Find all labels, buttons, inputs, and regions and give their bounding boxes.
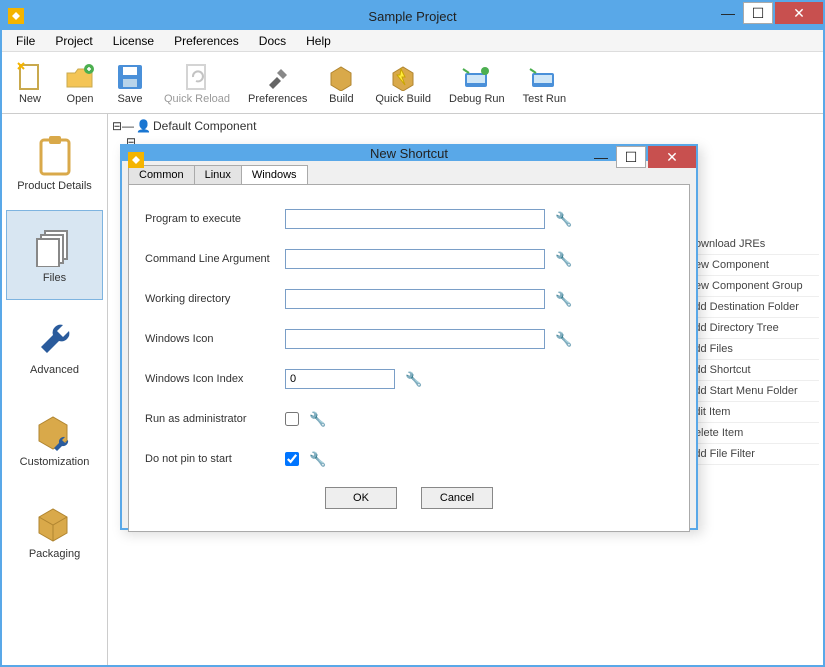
menu-project[interactable]: Project bbox=[47, 32, 100, 50]
maximize-button[interactable]: ☐ bbox=[743, 2, 773, 24]
files-icon bbox=[34, 226, 76, 268]
dialog-close-button[interactable]: ✕ bbox=[648, 146, 696, 168]
quick-build-icon bbox=[387, 61, 419, 93]
action-edit-item[interactable]: Edit Item bbox=[687, 402, 819, 423]
label-program: Program to execute bbox=[145, 213, 285, 225]
menu-docs[interactable]: Docs bbox=[251, 32, 294, 50]
action-add-destination-folder[interactable]: Add Destination Folder bbox=[687, 297, 819, 318]
customization-icon bbox=[34, 410, 76, 452]
label-cmdline: Command Line Argument bbox=[145, 253, 285, 265]
packaging-icon bbox=[34, 502, 76, 544]
menu-preferences[interactable]: Preferences bbox=[166, 32, 247, 50]
test-run-icon bbox=[528, 61, 560, 93]
tab-windows[interactable]: Windows bbox=[241, 165, 308, 184]
dialog-app-icon bbox=[128, 152, 144, 168]
tab-linux[interactable]: Linux bbox=[194, 165, 242, 184]
input-winicon[interactable] bbox=[285, 329, 545, 349]
window-title: Sample Project bbox=[368, 9, 456, 24]
checkbox-nopin[interactable] bbox=[285, 452, 299, 466]
input-workdir[interactable] bbox=[285, 289, 545, 309]
action-delete-item[interactable]: Delete Item bbox=[687, 423, 819, 444]
input-program[interactable] bbox=[285, 209, 545, 229]
sidebar-item-files[interactable]: Files bbox=[6, 210, 103, 300]
sidebar-item-product-details[interactable]: Product Details bbox=[6, 118, 103, 208]
wrench-icon[interactable]: 🔧 bbox=[555, 291, 572, 308]
reload-icon bbox=[181, 61, 213, 93]
minimize-button[interactable]: — bbox=[713, 2, 743, 24]
tree-expand-icon[interactable]: ⊟— bbox=[112, 119, 134, 133]
new-shortcut-dialog: New Shortcut — ☐ ✕ Common Linux Windows … bbox=[120, 144, 698, 530]
action-new-component-group[interactable]: New Component Group bbox=[687, 276, 819, 297]
tool-test-run[interactable]: Test Run bbox=[517, 55, 572, 111]
sidebar-item-advanced[interactable]: Advanced bbox=[6, 302, 103, 392]
main-titlebar: Sample Project — ☐ ✕ bbox=[2, 2, 823, 30]
tool-build[interactable]: Build bbox=[319, 55, 363, 111]
action-add-start-menu-folder[interactable]: Add Start Menu Folder bbox=[687, 381, 819, 402]
side-panel: Product Details Files Advanced Customiza… bbox=[2, 114, 108, 665]
dialog-titlebar: New Shortcut — ☐ ✕ bbox=[122, 146, 696, 161]
open-folder-icon bbox=[64, 61, 96, 93]
cancel-button[interactable]: Cancel bbox=[421, 487, 493, 509]
wrench-icon[interactable]: 🔧 bbox=[309, 411, 326, 428]
tool-open[interactable]: Open bbox=[58, 55, 102, 111]
new-file-icon bbox=[14, 61, 46, 93]
label-iconidx: Windows Icon Index bbox=[145, 373, 285, 385]
tool-save[interactable]: Save bbox=[108, 55, 152, 111]
save-icon bbox=[114, 61, 146, 93]
action-add-file-filter[interactable]: Add File Filter bbox=[687, 444, 819, 465]
wrench-large-icon bbox=[34, 318, 76, 360]
wrench-icon[interactable]: 🔧 bbox=[309, 451, 326, 468]
dialog-maximize-button[interactable]: ☐ bbox=[616, 146, 646, 168]
menu-bar: File Project License Preferences Docs He… bbox=[2, 30, 823, 52]
clipboard-icon bbox=[34, 134, 76, 176]
ok-button[interactable]: OK bbox=[325, 487, 397, 509]
tree-root-label[interactable]: Default Component bbox=[153, 119, 256, 133]
input-cmdline[interactable] bbox=[285, 249, 545, 269]
debug-run-icon bbox=[461, 61, 493, 93]
checkbox-runadmin[interactable] bbox=[285, 412, 299, 426]
wrench-icon[interactable]: 🔧 bbox=[555, 251, 572, 268]
label-winicon: Windows Icon bbox=[145, 333, 285, 345]
tool-preferences[interactable]: Preferences bbox=[242, 55, 313, 111]
wrench-icon[interactable]: 🔧 bbox=[405, 371, 422, 388]
dialog-title: New Shortcut bbox=[370, 146, 448, 161]
menu-help[interactable]: Help bbox=[298, 32, 339, 50]
input-iconidx[interactable] bbox=[285, 369, 395, 389]
preferences-icon bbox=[262, 61, 294, 93]
action-new-component[interactable]: New Component bbox=[687, 255, 819, 276]
menu-file[interactable]: File bbox=[8, 32, 43, 50]
label-nopin: Do not pin to start bbox=[145, 453, 285, 465]
sidebar-item-packaging[interactable]: Packaging bbox=[6, 486, 103, 576]
action-add-files[interactable]: Add Files bbox=[687, 339, 819, 360]
toolbar: New Open Save Quick Reload Preferences B… bbox=[2, 52, 823, 114]
tool-debug-run[interactable]: Debug Run bbox=[443, 55, 511, 111]
action-add-shortcut[interactable]: Add Shortcut bbox=[687, 360, 819, 381]
actions-panel: Download JREs New Component New Componen… bbox=[687, 234, 819, 465]
action-download-jres[interactable]: Download JREs bbox=[687, 234, 819, 255]
sidebar-item-customization[interactable]: Customization bbox=[6, 394, 103, 484]
dialog-body: Program to execute 🔧 Command Line Argume… bbox=[128, 184, 690, 532]
app-icon bbox=[8, 8, 24, 24]
tool-quick-build[interactable]: Quick Build bbox=[369, 55, 437, 111]
close-button[interactable]: ✕ bbox=[775, 2, 823, 24]
wrench-icon[interactable]: 🔧 bbox=[555, 331, 572, 348]
build-icon bbox=[325, 61, 357, 93]
wrench-icon[interactable]: 🔧 bbox=[555, 211, 572, 228]
dialog-minimize-button[interactable]: — bbox=[586, 146, 616, 168]
component-icon: 👤 bbox=[136, 119, 151, 133]
action-add-directory-tree[interactable]: Add Directory Tree bbox=[687, 318, 819, 339]
tool-quick-reload[interactable]: Quick Reload bbox=[158, 55, 236, 111]
menu-license[interactable]: License bbox=[105, 32, 162, 50]
tool-new[interactable]: New bbox=[8, 55, 52, 111]
label-workdir: Working directory bbox=[145, 293, 285, 305]
label-runadmin: Run as administrator bbox=[145, 413, 285, 425]
